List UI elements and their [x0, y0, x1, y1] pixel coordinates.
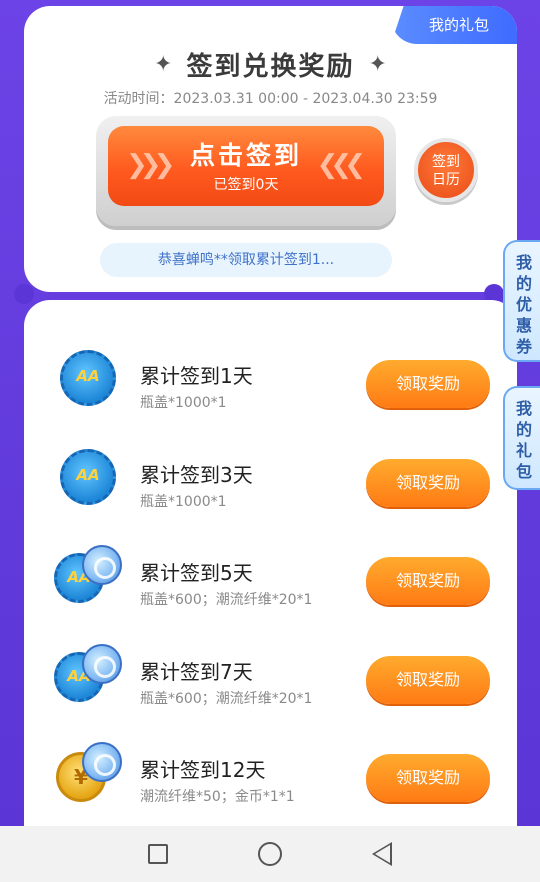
page-title: 签到兑换奖励: [186, 51, 355, 82]
signin-button[interactable]: ❯❯❯ ❮❮❮ 点击签到 已签到0天: [108, 126, 384, 206]
reward-row: AA 累计签到1天 瓶盖*1000*1 领取奖励: [24, 336, 517, 435]
side-tab-char: 我: [515, 253, 532, 272]
system-navigation-bar: [0, 826, 540, 882]
fiber-icon: [82, 742, 122, 782]
my-gift-tab[interactable]: 我的礼包: [391, 6, 517, 44]
card-notch-left: [14, 284, 34, 304]
activity-time: 活动时间：2023.03.31 00:00 - 2023.04.30 23:59: [103, 91, 438, 107]
claim-reward-button[interactable]: 领取奖励: [366, 557, 490, 605]
calendar-label-line1: 签到: [432, 154, 460, 170]
side-tab-char: 券: [515, 337, 532, 356]
reward-name: 累计签到5天: [140, 561, 253, 585]
reward-name: 累计签到12天: [140, 758, 266, 782]
reward-row: AA 累计签到3天 瓶盖*1000*1 领取奖励: [24, 435, 517, 534]
recent-apps-icon[interactable]: [148, 844, 168, 864]
back-icon[interactable]: [372, 842, 392, 866]
reward-icon-group: AA: [54, 447, 126, 507]
title-row: ✦ 签到兑换奖励 ✦: [24, 46, 517, 82]
reward-icon-group: AA: [54, 348, 126, 408]
chevron-left-icon: ❮❮❮: [316, 150, 366, 180]
side-tab-char: 惠: [515, 316, 532, 335]
claim-ticker: 恭喜蝉鸣**领取累计签到1...: [100, 243, 392, 277]
reward-desc: 瓶盖*600；潮流纤维*20*1: [140, 592, 313, 608]
home-icon[interactable]: [258, 842, 282, 866]
side-tab-char: 包: [515, 462, 532, 481]
side-tab-char: 的: [515, 420, 532, 439]
sparkle-icon: ✦: [368, 51, 387, 77]
calendar-label-line2: 日历: [432, 172, 460, 188]
reward-name: 累计签到3天: [140, 462, 253, 487]
claim-reward-button[interactable]: 领取奖励: [366, 754, 490, 802]
side-tab-char: 的: [515, 274, 532, 293]
signin-calendar-button[interactable]: 签到 日历: [414, 138, 478, 202]
reward-desc: 潮流纤维*50；金币*1*1: [140, 789, 295, 805]
fiber-icon: [82, 643, 122, 684]
claim-reward-button[interactable]: 领取奖励: [366, 458, 490, 507]
bottle-cap-icon: AA: [60, 350, 116, 406]
reward-desc: 瓶盖*1000*1: [140, 395, 227, 411]
fiber-icon: [82, 545, 122, 585]
reward-name: 累计签到7天: [140, 659, 253, 684]
reward-row: ¥ 累计签到12天 潮流纤维*50；金币*1*1 领取奖励: [24, 730, 517, 829]
reward-icon-group: AA: [54, 545, 126, 605]
claim-reward-button[interactable]: 领取奖励: [366, 655, 490, 704]
my-coupons-side-tab[interactable]: 我 的 优 惠 券: [503, 240, 540, 362]
side-tab-char: 礼: [515, 441, 532, 460]
bottle-cap-icon: AA: [60, 448, 116, 505]
reward-desc: 瓶盖*1000*1: [140, 493, 227, 510]
chevron-right-icon: ❯❯❯: [126, 150, 175, 180]
side-tab-char: 优: [515, 295, 532, 314]
claim-reward-button[interactable]: 领取奖励: [366, 360, 490, 408]
reward-list: AA 累计签到1天 瓶盖*1000*1 领取奖励 AA 累计签到3天 瓶盖*10…: [24, 336, 517, 829]
my-gifts-side-tab[interactable]: 我 的 礼 包: [503, 386, 540, 490]
sparkle-icon: ✦: [154, 51, 173, 77]
reward-row: AA 累计签到7天 瓶盖*600；潮流纤维*20*1 领取奖励: [24, 632, 517, 731]
signin-button-frame: ❯❯❯ ❮❮❮ 点击签到 已签到0天: [96, 116, 396, 226]
reward-desc: 瓶盖*600；潮流纤维*20*1: [140, 690, 313, 707]
reward-name: 累计签到1天: [140, 364, 253, 388]
side-tab-char: 我: [515, 399, 532, 418]
reward-icon-group: AA: [54, 643, 126, 704]
reward-icon-group: ¥: [54, 742, 126, 802]
reward-row: AA 累计签到5天 瓶盖*600；潮流纤维*20*1 领取奖励: [24, 533, 517, 632]
